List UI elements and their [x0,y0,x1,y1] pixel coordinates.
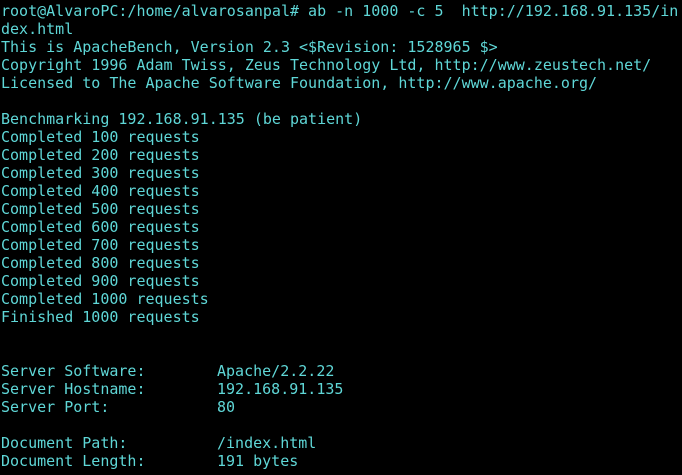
server-software-key: Server Software: [1,362,146,380]
server-software-row: Server Software: Apache/2.2.22 [1,362,682,380]
server-hostname-value: 192.168.91.135 [217,380,344,398]
progress-line: Completed 500 requests [1,200,200,218]
copyright-line: Copyright 1996 Adam Twiss, Zeus Technolo… [1,56,652,74]
progress-line: Completed 600 requests [1,218,200,236]
benchmarking-line: Benchmarking 192.168.91.135 (be patient) [1,110,363,128]
terminal-window[interactable]: root@AlvaroPC:/home/alvarosanpal# ab -n … [0,0,682,475]
document-length-row: Document Length: 191 bytes [1,452,682,470]
progress-line: Completed 300 requests [1,164,200,182]
progress-line: Completed 400 requests [1,182,200,200]
progress-line: Completed 1000 requests [1,290,209,308]
document-path-key: Document Path: [1,434,128,452]
server-hostname-key: Server Hostname: [1,380,146,398]
finished-line: Finished 1000 requests [1,308,200,326]
server-port-key: Server Port: [1,398,110,416]
server-port-row: Server Port: 80 [1,398,682,416]
version-line: This is ApacheBench, Version 2.3 <$Revis… [1,38,498,56]
progress-line: Completed 900 requests [1,272,200,290]
progress-line: Completed 100 requests [1,128,200,146]
document-length-value: 191 bytes [217,452,299,470]
command-line-wrap: dex.html [1,20,74,38]
document-path-row: Document Path: /index.html [1,434,682,452]
server-port-value: 80 [217,398,236,416]
server-software-value: Apache/2.2.22 [217,362,335,380]
progress-line: Completed 700 requests [1,236,200,254]
server-hostname-row: Server Hostname: 192.168.91.135 [1,380,682,398]
license-line: Licensed to The Apache Software Foundati… [1,74,598,92]
document-path-value: /index.html [217,434,317,452]
progress-line: Completed 800 requests [1,254,200,272]
progress-line: Completed 200 requests [1,146,200,164]
command-line: root@AlvaroPC:/home/alvarosanpal# ab -n … [1,2,679,20]
document-length-key: Document Length: [1,452,146,470]
